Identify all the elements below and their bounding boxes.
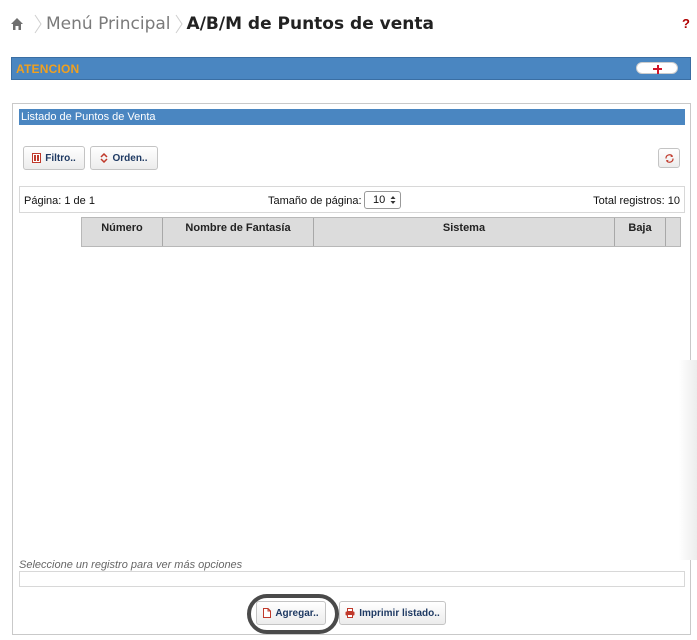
- home-icon[interactable]: [10, 17, 24, 31]
- grid-body[interactable]: [19, 247, 685, 557]
- breadcrumb-separator-icon: [175, 14, 183, 34]
- pager-bar: Página: 1 de 1 Tamaño de página: 10 Tota…: [19, 186, 685, 213]
- filter-button-label: Filtro..: [45, 152, 76, 164]
- new-document-icon: [263, 608, 272, 618]
- add-button[interactable]: Agregar..: [256, 601, 326, 625]
- filter-button[interactable]: Filtro..: [23, 146, 85, 170]
- attention-label: ATENCION: [16, 62, 80, 76]
- help-link[interactable]: ?: [682, 16, 690, 31]
- page-title: A/B/M de Puntos de venta: [186, 14, 434, 34]
- attention-bar: ATENCION: [11, 57, 691, 80]
- column-header-baja[interactable]: Baja: [615, 218, 666, 246]
- column-header-numero[interactable]: Número: [82, 218, 163, 246]
- refresh-button[interactable]: [658, 148, 680, 168]
- column-header-sistema[interactable]: Sistema: [314, 218, 615, 246]
- scroll-shadow: [679, 360, 697, 560]
- sort-icon: [100, 153, 109, 163]
- attention-expand-button[interactable]: [636, 62, 678, 74]
- print-list-button[interactable]: Imprimir listado..: [339, 601, 446, 625]
- breadcrumb: Menú Principal A/B/M de Puntos de venta …: [10, 10, 690, 38]
- grid-header: Número Nombre de Fantasía Sistema Baja: [81, 217, 681, 247]
- breadcrumb-menu-principal[interactable]: Menú Principal: [46, 14, 171, 34]
- total-records: Total registros: 10: [593, 195, 680, 207]
- status-hint: Seleccione un registro para ver más opci…: [19, 559, 243, 571]
- panel-title: Listado de Puntos de Venta: [19, 109, 685, 125]
- page-size-select[interactable]: 10: [364, 191, 401, 209]
- order-button[interactable]: Orden..: [90, 146, 158, 170]
- breadcrumb-separator-icon: [34, 14, 42, 34]
- points-of-sale-panel: Listado de Puntos de Venta Filtro.. Orde…: [12, 103, 691, 635]
- page-size-value: 10: [373, 194, 386, 206]
- order-button-label: Orden..: [112, 152, 148, 164]
- printer-icon: [345, 608, 355, 618]
- add-button-label: Agregar..: [275, 607, 319, 619]
- page-indicator: Página: 1 de 1: [24, 195, 95, 207]
- column-header-nombre-fantasia[interactable]: Nombre de Fantasía: [163, 218, 314, 246]
- page-size-label: Tamaño de página:: [268, 195, 362, 207]
- print-button-label: Imprimir listado..: [359, 607, 440, 619]
- select-arrows-icon: [390, 196, 396, 204]
- column-header-filler: [666, 218, 680, 246]
- filter-icon: [32, 153, 42, 163]
- status-box: [19, 571, 685, 587]
- refresh-icon: [664, 153, 674, 163]
